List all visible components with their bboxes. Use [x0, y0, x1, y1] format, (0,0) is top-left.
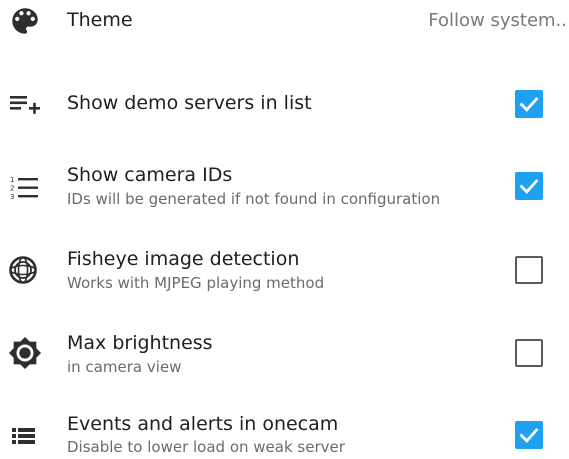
theme-label: Theme [67, 9, 133, 31]
svg-text:2: 2 [10, 185, 14, 193]
setting-subtitle: in camera view [67, 358, 182, 376]
list-icon [8, 419, 42, 453]
check-icon [519, 428, 539, 443]
theme-row[interactable]: Theme Follow system.. [0, 0, 569, 44]
setting-row-demo-servers[interactable]: Show demo servers in list [0, 82, 569, 126]
setting-subtitle: IDs will be generated if not found in co… [67, 190, 441, 208]
setting-label: Show demo servers in list [67, 92, 312, 114]
max-brightness-checkbox[interactable] [515, 339, 543, 367]
fisheye-icon [8, 253, 42, 287]
playlist-add-icon [8, 86, 42, 120]
palette-icon [8, 4, 42, 38]
check-icon [519, 179, 539, 194]
setting-label: Events and alerts in onecam [67, 413, 339, 435]
setting-label: Show camera IDs [67, 164, 233, 186]
check-icon [519, 97, 539, 112]
svg-text:1: 1 [10, 176, 14, 184]
setting-row-fisheye[interactable]: Fisheye image detection Works with MJPEG… [0, 244, 569, 298]
brightness-icon [8, 336, 42, 370]
fisheye-checkbox[interactable] [515, 256, 543, 284]
setting-subtitle: Works with MJPEG playing method [67, 274, 325, 292]
numbered-list-icon: 1 2 3 [8, 170, 42, 204]
setting-subtitle: Disable to lower load on weak server [67, 438, 345, 456]
setting-label: Max brightness [67, 332, 213, 354]
setting-label: Fisheye image detection [67, 248, 300, 270]
events-alerts-checkbox[interactable] [515, 421, 543, 449]
setting-row-max-brightness[interactable]: Max brightness in camera view [0, 328, 569, 382]
demo-servers-checkbox[interactable] [515, 90, 543, 118]
theme-value: Follow system.. [428, 10, 567, 31]
setting-row-camera-ids[interactable]: 1 2 3 Show camera IDs IDs will be genera… [0, 160, 569, 214]
setting-row-events-alerts[interactable]: Events and alerts in onecam Disable to l… [0, 411, 569, 459]
svg-text:3: 3 [10, 193, 14, 201]
camera-ids-checkbox[interactable] [515, 172, 543, 200]
